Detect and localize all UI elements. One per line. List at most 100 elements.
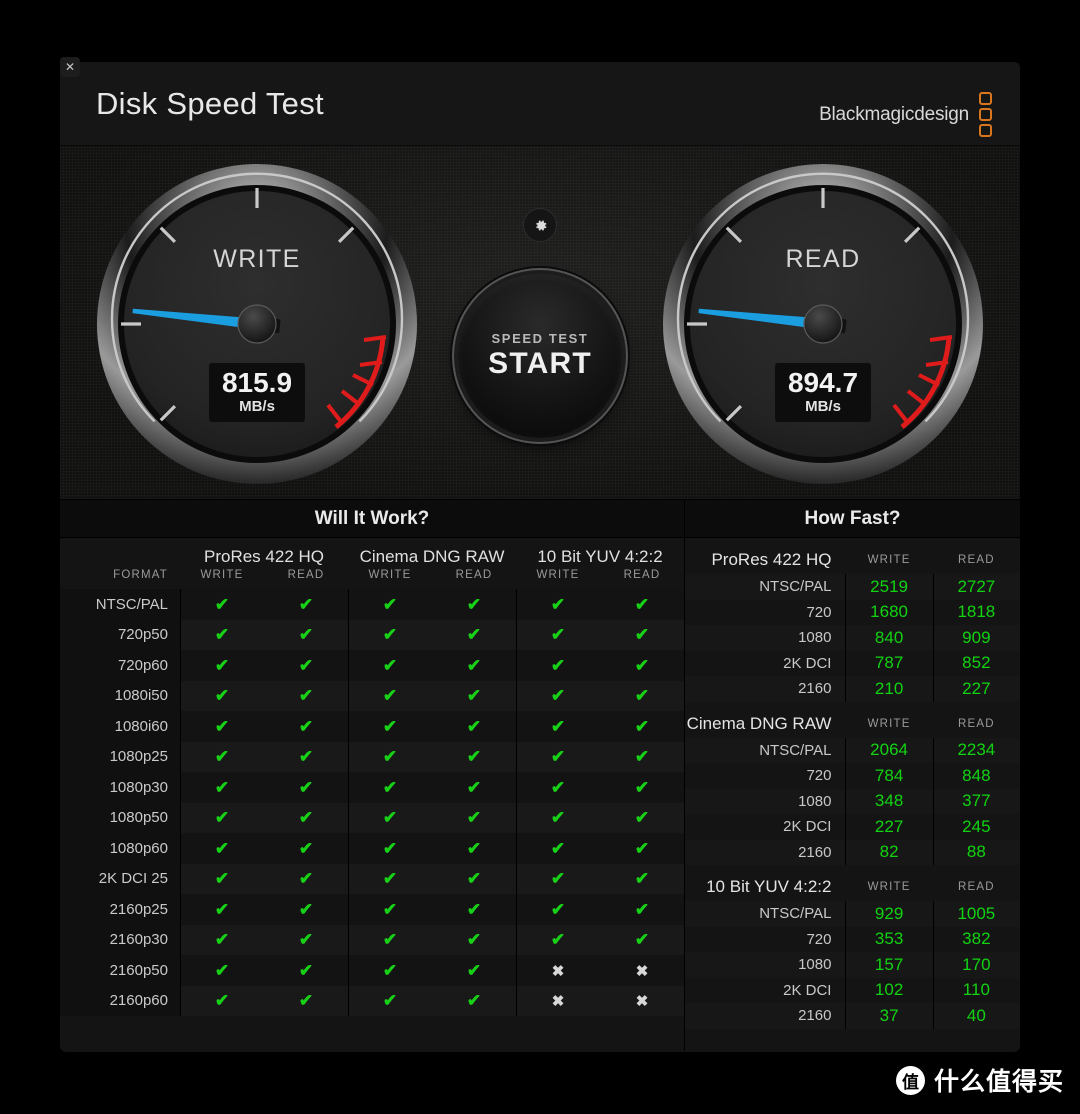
table-row: 2K DCI 787 852 (685, 651, 1020, 677)
cross-icon: ✖ (516, 986, 600, 1017)
format-cell: 2K DCI 25 (60, 863, 180, 894)
write-speed-value: 2519 (845, 574, 932, 600)
table-row: 720 353 382 (685, 927, 1020, 953)
resolution-label: 2160 (798, 1007, 832, 1025)
page-title: Disk Speed Test (96, 86, 324, 121)
read-speed-value: 1818 (933, 600, 1020, 626)
check-icon: ✔ (180, 742, 264, 773)
how-fast-panel: How Fast? ProRes 422 HQ WRITE READ NTSC/PAL… (685, 500, 1020, 1051)
check-icon: ✔ (348, 772, 432, 803)
check-icon: ✔ (516, 894, 600, 925)
check-icon: ✔ (516, 650, 600, 681)
section-name: Cinema DNG RAW (686, 713, 832, 733)
resolution-label: 1080 (798, 956, 832, 974)
check-icon: ✔ (516, 864, 600, 895)
check-icon: ✔ (298, 960, 314, 980)
check-icon: ✔ (298, 655, 314, 675)
read-unit: MB/s (805, 398, 841, 416)
check-icon: ✔ (180, 650, 264, 681)
section-read-header: READ (957, 717, 995, 730)
check-icon: ✔ (466, 869, 482, 889)
check-icon: ✔ (516, 742, 600, 773)
table-row: NTSC/PAL ✔ ✔ ✔ ✔ ✔ ✔ (60, 589, 684, 620)
write-speed-value: 2064 (845, 738, 932, 764)
format-cell: 2160p30 (60, 924, 180, 955)
table-row: 1080 840 909 (685, 625, 1020, 651)
yuv-write-header: WRITE (536, 569, 580, 581)
read-speed-value: 848 (933, 763, 1020, 789)
close-button[interactable]: ✕ (60, 57, 80, 77)
table-row: 720p50 ✔ ✔ ✔ ✔ ✔ ✔ (60, 619, 684, 651)
resolution-label: 720 (806, 930, 832, 948)
check-icon: ✔ (634, 686, 650, 706)
write-speed-value: 787 (845, 651, 932, 677)
blackmagic-squares-icon (979, 92, 992, 137)
cross-icon: ✖ (635, 962, 649, 980)
resolution-label: 720 (806, 767, 832, 785)
check-icon: ✔ (180, 894, 264, 925)
table-row: 1080i50 ✔ ✔ ✔ ✔ ✔ ✔ (60, 680, 684, 712)
check-icon: ✔ (298, 777, 314, 797)
check-icon: ✔ (634, 838, 650, 858)
write-speed-value: 1680 (845, 600, 932, 626)
check-icon: ✔ (634, 655, 650, 675)
table-row: 1080p50 ✔ ✔ ✔ ✔ ✔ ✔ (60, 802, 684, 833)
start-button-label: START (488, 347, 592, 380)
read-gauge-dial (663, 164, 983, 484)
group-header-prores: ProRes 422 HQ (204, 547, 324, 566)
write-speed-value: 37 (845, 1003, 932, 1029)
format-cell: 1080i50 (60, 680, 180, 711)
write-readout: 815.9 MB/s (209, 363, 305, 423)
check-icon: ✔ (348, 681, 432, 712)
check-icon: ✔ (466, 686, 482, 706)
watermark-text: 什么值得买 (933, 1068, 1064, 1096)
check-icon: ✔ (516, 620, 600, 651)
format-cell: 2160p60 (60, 985, 180, 1016)
check-icon: ✔ (466, 594, 482, 614)
check-icon: ✔ (516, 772, 600, 803)
check-icon: ✔ (466, 930, 482, 950)
check-icon: ✔ (348, 833, 432, 864)
format-cell: 720p50 (60, 619, 180, 650)
check-icon: ✔ (466, 747, 482, 767)
will-it-work-group-header-row: ProRes 422 HQ Cinema DNG RAW 10 Bit YUV … (60, 538, 684, 569)
check-icon: ✔ (298, 594, 314, 614)
check-icon: ✔ (298, 625, 314, 645)
table-row: 720p60 ✔ ✔ ✔ ✔ ✔ ✔ (60, 650, 684, 681)
check-icon: ✔ (348, 711, 432, 742)
start-button-subtitle: SPEED TEST (491, 331, 589, 346)
check-icon: ✔ (348, 955, 432, 986)
group-header-dng: Cinema DNG RAW (359, 547, 505, 566)
table-row: 2160 37 40 (685, 1003, 1020, 1029)
speed-test-start-button[interactable]: SPEED TEST START (458, 274, 622, 438)
gear-icon (535, 219, 546, 231)
check-icon: ✔ (180, 925, 264, 956)
check-icon: ✔ (466, 960, 482, 980)
dng-write-header: WRITE (368, 569, 412, 581)
check-icon: ✔ (348, 742, 432, 773)
resolution-label: NTSC/PAL (759, 741, 832, 759)
table-row: 1080i60 ✔ ✔ ✔ ✔ ✔ ✔ (60, 711, 684, 742)
read-speed-value: 227 (933, 676, 1020, 702)
resolution-label: 2K DCI (783, 654, 832, 672)
read-speed-value: 110 (933, 978, 1020, 1004)
check-icon: ✔ (298, 716, 314, 736)
will-it-work-body: NTSC/PAL ✔ ✔ ✔ ✔ ✔ ✔ 720p50 ✔ ✔ ✔ ✔ ✔ ✔ 720p60 ✔ ✔ ✔ ✔ ✔ ✔ 10… (60, 589, 684, 1016)
read-gauge-label: READ (785, 245, 861, 273)
settings-button[interactable] (523, 208, 557, 242)
format-cell: 1080p60 (60, 833, 180, 864)
table-row: NTSC/PAL 929 1005 (685, 901, 1020, 927)
format-cell: 1080p25 (60, 741, 180, 772)
titlebar: Disk Speed Test Blackmagicdesign (60, 62, 1020, 146)
read-speed-value: 382 (933, 927, 1020, 953)
how-fast-title: How Fast? (685, 500, 1020, 538)
write-speed-value: 102 (845, 978, 932, 1004)
table-row: 2K DCI 25 ✔ ✔ ✔ ✔ ✔ ✔ (60, 863, 684, 895)
will-it-work-subheader-row: FORMAT WRITE READ WRITE READ WRITE READ (60, 569, 684, 589)
check-icon: ✔ (516, 925, 600, 956)
resolution-label: 1080 (798, 792, 832, 810)
check-icon: ✔ (466, 991, 482, 1011)
section-name: 10 Bit YUV 4:2:2 (706, 877, 832, 896)
check-icon: ✔ (634, 594, 650, 614)
check-icon: ✔ (298, 991, 314, 1011)
